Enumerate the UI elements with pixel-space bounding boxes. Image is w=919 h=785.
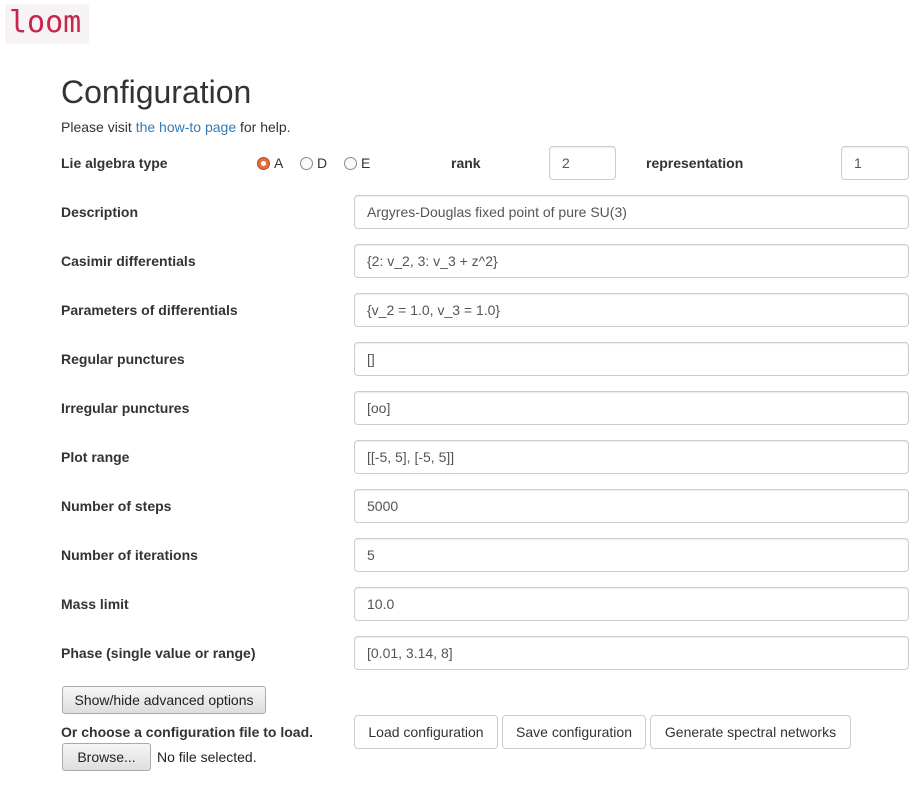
parameters-input[interactable]	[354, 293, 909, 327]
how-to-link[interactable]: the how-to page	[136, 119, 236, 135]
load-file-label: Or choose a configuration file to load.	[61, 724, 314, 740]
radio-a-button[interactable]	[257, 156, 270, 170]
phase-label: Phase (single value or range)	[61, 645, 256, 661]
radio-e-label: E	[361, 155, 371, 171]
description-label: Description	[61, 204, 139, 220]
plot-range-label: Plot range	[61, 449, 130, 465]
radio-d-button[interactable]	[300, 156, 313, 170]
rank-input[interactable]	[549, 146, 616, 180]
radio-a[interactable]: A	[257, 155, 283, 171]
phase-input[interactable]	[354, 636, 909, 670]
regular-punctures-input[interactable]	[354, 342, 909, 376]
radio-e-button[interactable]	[344, 156, 357, 170]
description-input[interactable]	[354, 195, 909, 229]
radio-d-label: D	[317, 155, 328, 171]
representation-input[interactable]	[841, 146, 909, 180]
irregular-punctures-label: Irregular punctures	[61, 400, 190, 416]
radio-e[interactable]: E	[344, 155, 370, 171]
advanced-options-button[interactable]: Show/hide advanced options	[62, 686, 266, 714]
number-of-steps-label: Number of steps	[61, 498, 172, 514]
radio-d[interactable]: D	[300, 155, 327, 171]
page-title: Configuration	[61, 74, 252, 110]
file-status: No file selected.	[157, 749, 257, 765]
representation-label: representation	[646, 155, 744, 171]
radio-a-label: A	[274, 155, 284, 171]
regular-punctures-label: Regular punctures	[61, 351, 185, 367]
casimir-differentials-input[interactable]	[354, 244, 909, 278]
mass-limit-input[interactable]	[354, 587, 909, 621]
browse-button[interactable]: Browse...	[62, 743, 151, 771]
casimir-differentials-label: Casimir differentials	[61, 253, 196, 269]
loom-logo: loom	[5, 4, 89, 44]
number-of-steps-input[interactable]	[354, 489, 909, 523]
number-of-iterations-label: Number of iterations	[61, 547, 198, 563]
plot-range-input[interactable]	[354, 440, 909, 474]
irregular-punctures-input[interactable]	[354, 391, 909, 425]
lie-algebra-label: Lie algebra type	[61, 155, 168, 171]
load-configuration-button[interactable]: Load configuration	[354, 715, 498, 749]
parameters-label: Parameters of differentials	[61, 302, 238, 318]
number-of-iterations-input[interactable]	[354, 538, 909, 572]
save-configuration-button[interactable]: Save configuration	[502, 715, 646, 749]
help-prefix: Please visit	[61, 119, 136, 135]
help-text: Please visit the how-to page for help.	[61, 119, 291, 135]
help-suffix: for help.	[236, 119, 291, 135]
mass-limit-label: Mass limit	[61, 596, 129, 612]
generate-spectral-networks-button[interactable]: Generate spectral networks	[650, 715, 851, 749]
rank-label: rank	[451, 155, 481, 171]
